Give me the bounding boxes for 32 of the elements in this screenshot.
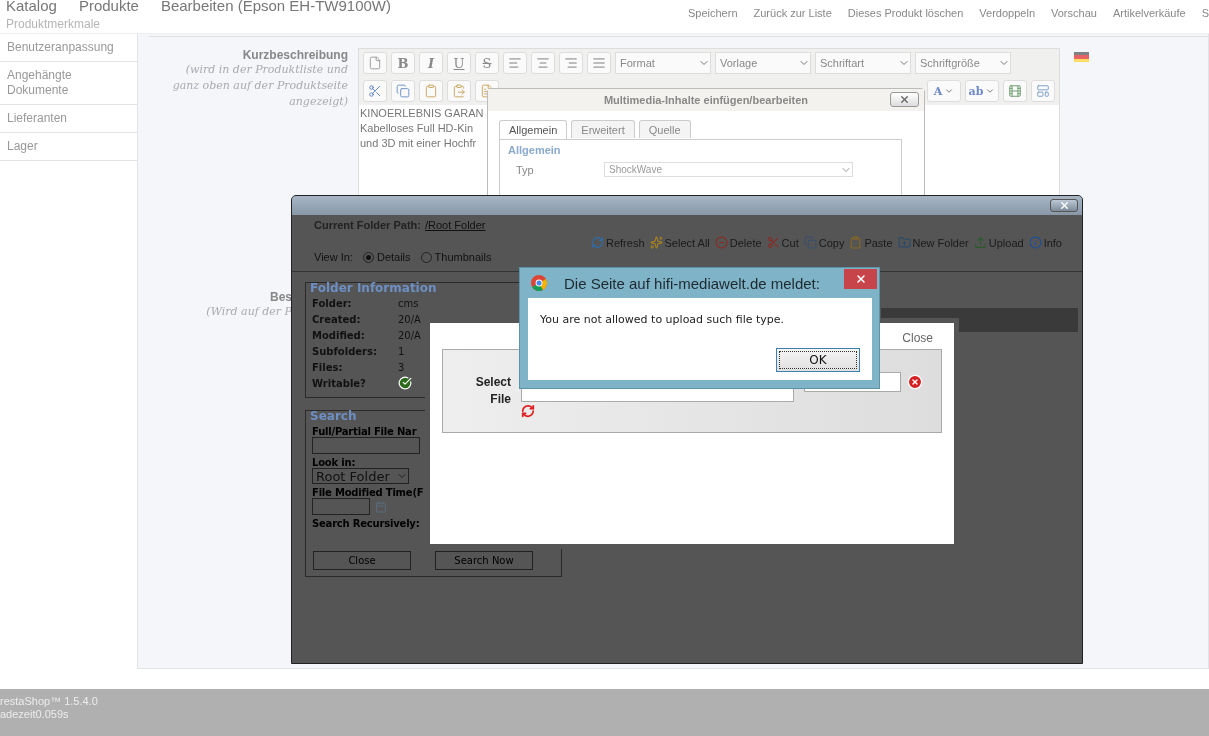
- fieldset-legend: Search: [310, 409, 357, 423]
- field-label: Kurzbeschreibung: [241, 48, 348, 63]
- field-label: Typ: [515, 163, 535, 176]
- field-hint: (wird in der Produktliste und ganz oben auf der Produktseite angezeigt): [171, 62, 348, 111]
- field-label: Search Recursively:: [312, 518, 420, 529]
- field-label: Look in:: [312, 457, 356, 468]
- info-label: Subfolders:: [312, 345, 378, 357]
- editor-text-line: KINOERLEBNIS GARAN: [360, 106, 484, 122]
- info-label: Writable?: [312, 377, 367, 389]
- dialog-title: Die Seite auf hifi-mediawelt.de meldet:: [564, 274, 820, 292]
- info-value: 20/A: [398, 329, 421, 341]
- footer-text: restaShop™ 1.5.4.0: [0, 695, 99, 708]
- info-label: Folder:: [312, 297, 353, 309]
- footer-text: adezeit0.059s: [0, 708, 70, 721]
- dialog-title: Multimedia-Inhalte einfügen/bearbeiten: [603, 94, 809, 106]
- alert-message: You are not allowed to upload such file type.: [540, 313, 786, 326]
- field-label: Bes: [269, 290, 292, 305]
- fieldset-legend: Allgemein: [508, 144, 893, 156]
- field-label: File Modified Time(F: [312, 487, 424, 498]
- field-label: Full/Partial File Nar: [312, 426, 417, 437]
- editor-text-line: Kabelloses Full HD-Kin: [360, 121, 474, 137]
- info-label: Modified:: [312, 329, 366, 341]
- info-value: 1: [398, 345, 405, 357]
- fieldset-legend: Folder Information: [310, 281, 437, 295]
- info-label: Files:: [312, 361, 344, 373]
- view-label: View In:: [314, 251, 353, 263]
- field-label: Select File: [474, 374, 511, 408]
- info-value: 3: [398, 361, 405, 373]
- editor-text-line: und 3D mit einer Hochfr: [360, 136, 477, 152]
- info-label: Created:: [312, 313, 362, 325]
- info-value: 20/A: [398, 313, 421, 325]
- info-value: cms: [398, 297, 419, 309]
